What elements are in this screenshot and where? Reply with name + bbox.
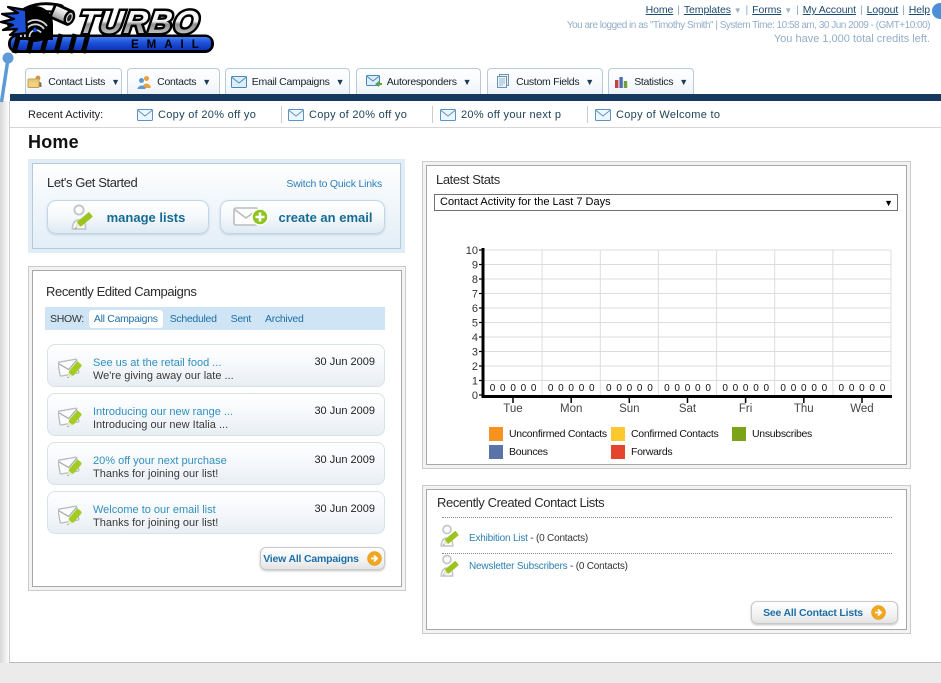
svg-text:Thu: Thu [794, 403, 814, 415]
svg-text:Wed: Wed [850, 403, 873, 415]
svg-text:6: 6 [472, 303, 478, 315]
svg-text:8: 8 [472, 274, 478, 286]
svg-text:0: 0 [472, 390, 478, 402]
svg-text:0: 0 [733, 383, 739, 394]
svg-text:0: 0 [705, 383, 711, 394]
svg-text:0: 0 [685, 383, 691, 394]
svg-text:0: 0 [780, 383, 786, 394]
svg-text:EMAIL: EMAIL [131, 39, 207, 51]
svg-text:0: 0 [531, 383, 537, 394]
svg-text:0: 0 [791, 383, 797, 394]
svg-text:5: 5 [472, 318, 478, 330]
svg-text:9: 9 [472, 260, 478, 272]
svg-text:0: 0 [764, 383, 770, 394]
svg-text:2: 2 [472, 361, 478, 373]
svg-text:0: 0 [743, 383, 749, 394]
svg-text:Mon: Mon [560, 403, 582, 415]
svg-text:0: 0 [606, 383, 612, 394]
svg-text:0: 0 [869, 383, 875, 394]
svg-text:Sun: Sun [619, 403, 639, 415]
svg-text:0: 0 [616, 383, 622, 394]
svg-text:0: 0 [664, 383, 670, 394]
svg-text:4: 4 [472, 332, 478, 344]
svg-text:0: 0 [801, 383, 807, 394]
svg-text:0: 0 [880, 383, 886, 394]
svg-text:0: 0 [558, 383, 564, 394]
svg-text:0: 0 [839, 383, 845, 394]
svg-text:0: 0 [521, 383, 527, 394]
svg-text:0: 0 [579, 383, 585, 394]
svg-text:0: 0 [548, 383, 554, 394]
svg-text:3: 3 [472, 347, 478, 359]
svg-text:0: 0 [822, 383, 828, 394]
svg-text:0: 0 [722, 383, 728, 394]
svg-text:TURBO: TURBO [76, 4, 202, 40]
svg-text:0: 0 [859, 383, 865, 394]
svg-text:0: 0 [811, 383, 817, 394]
svg-text:0: 0 [627, 383, 633, 394]
svg-text:0: 0 [500, 383, 506, 394]
svg-text:0: 0 [674, 383, 680, 394]
svg-text:0: 0 [647, 383, 653, 394]
svg-text:0: 0 [637, 383, 643, 394]
svg-text:0: 0 [510, 383, 516, 394]
svg-text:0: 0 [695, 383, 701, 394]
svg-text:0: 0 [589, 383, 595, 394]
svg-text:Sat: Sat [679, 403, 697, 415]
svg-text:0: 0 [568, 383, 574, 394]
svg-text:Tue: Tue [503, 403, 522, 415]
svg-text:0: 0 [490, 383, 496, 394]
svg-text:7: 7 [472, 289, 478, 301]
svg-text:0: 0 [753, 383, 759, 394]
svg-text:0: 0 [849, 383, 855, 394]
svg-text:Fri: Fri [739, 403, 752, 415]
svg-text:10: 10 [466, 245, 478, 257]
svg-text:1: 1 [472, 376, 478, 388]
